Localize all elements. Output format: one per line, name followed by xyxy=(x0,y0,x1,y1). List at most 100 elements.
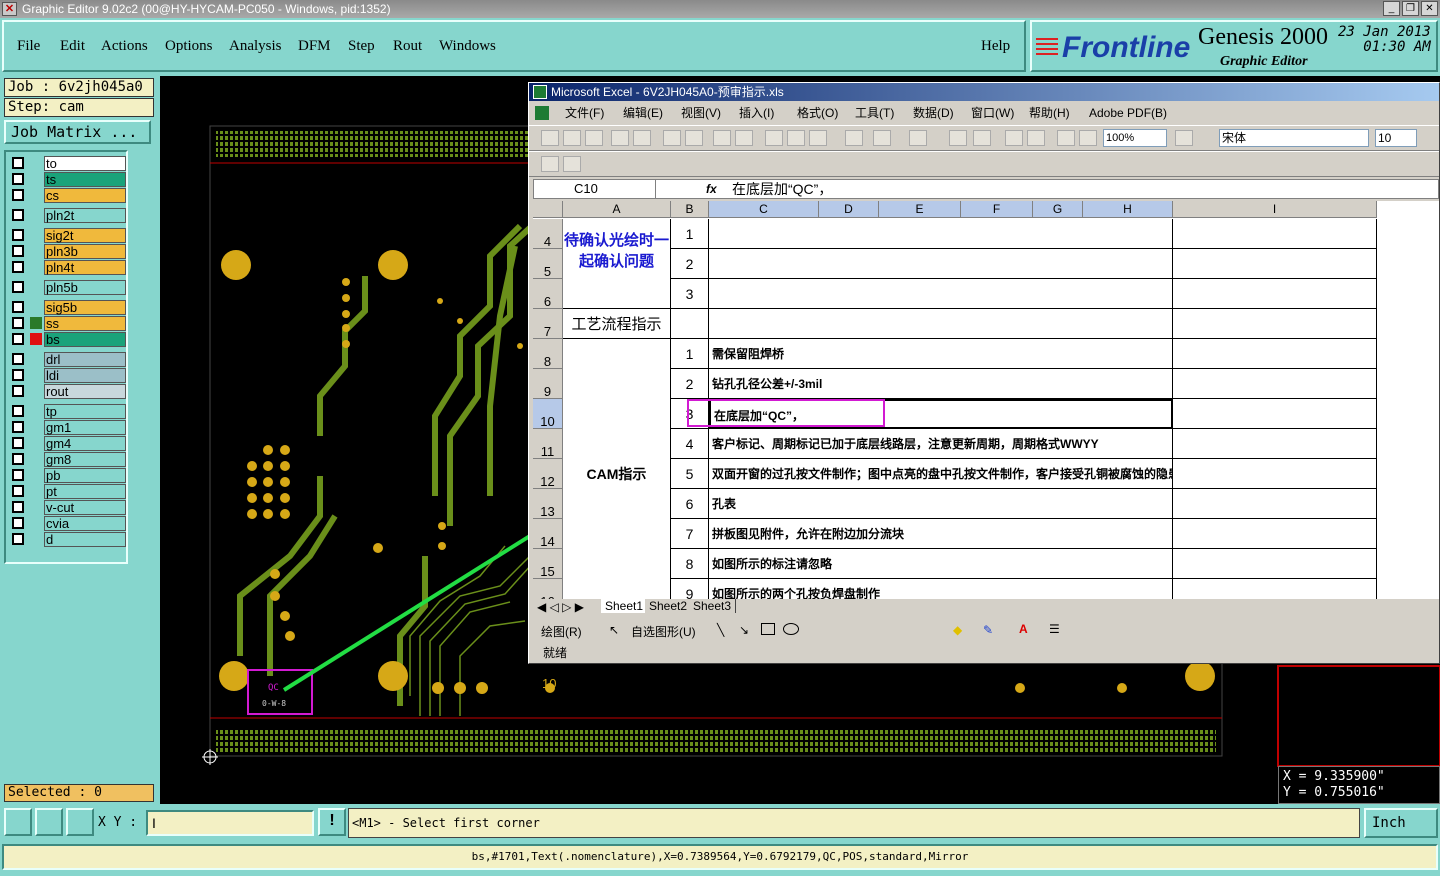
empty-cell[interactable] xyxy=(1173,519,1377,549)
layer-row-cs[interactable]: cs xyxy=(10,188,128,203)
layer-row-pb[interactable]: pb xyxy=(10,468,128,483)
row-header[interactable]: 4 xyxy=(533,219,563,249)
layer-name[interactable]: cs xyxy=(44,188,126,203)
layer-name[interactable]: pln3b xyxy=(44,244,126,259)
instruction-cell[interactable] xyxy=(709,249,1173,279)
number-cell[interactable]: 4 xyxy=(671,429,709,459)
layer-checkbox[interactable] xyxy=(12,437,24,449)
layer-row-pt[interactable]: pt xyxy=(10,484,128,499)
spreadsheet-grid[interactable]: A B C D E F G H I 4 1 5 2 6 3 7 8 1 需保留阻焊桥 9 2 钻孔孔径公差+/-3mil 1… xyxy=(533,201,1439,599)
row-header[interactable]: 14 xyxy=(533,519,563,549)
menu-options[interactable]: Options xyxy=(165,38,213,55)
layer-row-pln4t[interactable]: pln4t xyxy=(10,260,128,275)
layer-checkbox[interactable] xyxy=(12,469,24,481)
line-color-icon[interactable]: ✎ xyxy=(983,623,993,637)
cut-icon[interactable] xyxy=(765,130,783,146)
excel-window[interactable]: Microsoft Excel - 6V2JH045A0-预审指示.xls 文件… xyxy=(528,82,1440,664)
empty-cell[interactable] xyxy=(1173,459,1377,489)
select-all-corner[interactable] xyxy=(533,201,563,218)
empty-cell[interactable] xyxy=(1173,399,1377,429)
sheet-nav-icon[interactable]: ◀ ◁ ▷ ▶ xyxy=(537,600,584,614)
column-header-I[interactable]: I xyxy=(1173,201,1377,218)
format-painter-icon[interactable] xyxy=(845,130,863,146)
instruction-cell[interactable] xyxy=(709,219,1173,249)
empty-cell[interactable] xyxy=(1173,549,1377,579)
arrow-icon[interactable]: ↘ xyxy=(739,623,749,637)
sheet-tab[interactable]: Sheet1 xyxy=(601,599,649,613)
instruction-cell[interactable]: 客户标记、周期标记已加于底层线路层，注意更新周期，周期格式WWYY xyxy=(709,429,1173,459)
empty-cell[interactable] xyxy=(1173,579,1377,599)
number-cell[interactable]: 9 xyxy=(671,579,709,599)
layer-checkbox[interactable] xyxy=(12,261,24,273)
layer-name[interactable]: tp xyxy=(44,404,126,419)
layer-name[interactable]: rout xyxy=(44,384,126,399)
layer-row-gm1[interactable]: gm1 xyxy=(10,420,128,435)
layer-row-ts[interactable]: ts xyxy=(10,172,128,187)
menu-actions[interactable]: Actions xyxy=(101,38,148,55)
layer-name[interactable]: cvia xyxy=(44,516,126,531)
column-header-H[interactable]: H xyxy=(1083,201,1173,218)
layer-checkbox[interactable] xyxy=(12,385,24,397)
excel-menu-insert[interactable]: 插入(I) xyxy=(739,101,774,125)
layer-checkbox[interactable] xyxy=(12,369,24,381)
excel-menu-view[interactable]: 视图(V) xyxy=(681,101,721,125)
menu-help[interactable]: Help xyxy=(981,38,1010,55)
pdf-email-icon[interactable] xyxy=(563,156,581,172)
instruction-cell[interactable]: 如图所示的两个孔按负焊盘制作 xyxy=(709,579,1173,599)
layer-checkbox[interactable] xyxy=(12,453,24,465)
fill-color-icon[interactable]: ◆ xyxy=(953,623,962,637)
row-header[interactable]: 9 xyxy=(533,369,563,399)
layer-name[interactable]: ss xyxy=(44,316,126,331)
number-cell[interactable]: 5 xyxy=(671,459,709,489)
minimize-button[interactable]: _ xyxy=(1383,1,1400,16)
layer-checkbox[interactable] xyxy=(12,281,24,293)
close-button[interactable]: ✕ xyxy=(1421,1,1438,16)
excel-menu-window[interactable]: 窗口(W) xyxy=(971,101,1014,125)
layer-checkbox[interactable] xyxy=(12,173,24,185)
layer-row-sig5b[interactable]: sig5b xyxy=(10,300,128,315)
column-header-B[interactable]: B xyxy=(671,201,709,218)
draw-menu-button[interactable]: 绘图(R) xyxy=(541,623,582,640)
zoom-select[interactable]: 100% xyxy=(1103,129,1167,147)
process-instruction-cell[interactable]: 工艺流程指示 xyxy=(563,309,671,339)
print-icon[interactable] xyxy=(663,130,681,146)
column-header-G[interactable]: G xyxy=(1033,201,1083,218)
save-icon[interactable] xyxy=(585,130,603,146)
layer-checkbox[interactable] xyxy=(12,485,24,497)
spelling-icon[interactable] xyxy=(713,130,731,146)
info-button[interactable]: ! xyxy=(318,808,346,836)
excel-menu-file[interactable]: 文件(F) xyxy=(565,101,604,125)
copy-icon[interactable] xyxy=(787,130,805,146)
layer-name[interactable]: gm1 xyxy=(44,420,126,435)
layer-row-bs[interactable]: bs xyxy=(10,332,128,347)
layer-checkbox[interactable] xyxy=(12,317,24,329)
snap-grid-icon[interactable] xyxy=(66,808,94,836)
excel-menu-adobe-pdf[interactable]: Adobe PDF(B) xyxy=(1089,101,1167,125)
number-cell[interactable]: 3 xyxy=(671,279,709,309)
layer-name[interactable]: ts xyxy=(44,172,126,187)
layer-checkbox[interactable] xyxy=(12,517,24,529)
row-header[interactable]: 8 xyxy=(533,339,563,369)
instruction-cell[interactable]: 拼板图见附件，允许在附边加分流块 xyxy=(709,519,1173,549)
layer-checkbox[interactable] xyxy=(12,229,24,241)
number-cell[interactable]: 2 xyxy=(671,369,709,399)
layer-name[interactable]: pln5b xyxy=(44,280,126,295)
number-cell[interactable]: 8 xyxy=(671,549,709,579)
excel-menu-edit[interactable]: 编辑(E) xyxy=(623,101,663,125)
layer-checkbox[interactable] xyxy=(12,209,24,221)
excel-menu-help[interactable]: 帮助(H) xyxy=(1029,101,1070,125)
empty-cell[interactable] xyxy=(1173,339,1377,369)
layer-name[interactable]: d xyxy=(44,532,126,547)
layer-row-to[interactable]: to xyxy=(10,156,128,171)
layer-name[interactable]: sig5b xyxy=(44,300,126,315)
rectangle-icon[interactable] xyxy=(761,623,775,635)
layer-row-pln3b[interactable]: pln3b xyxy=(10,244,128,259)
layer-name[interactable]: drl xyxy=(44,352,126,367)
number-cell[interactable]: 6 xyxy=(671,489,709,519)
menu-windows[interactable]: Windows xyxy=(439,38,496,55)
empty-cell[interactable] xyxy=(1173,369,1377,399)
layer-checkbox[interactable] xyxy=(12,533,24,545)
font-size-select[interactable]: 10 xyxy=(1375,129,1417,147)
autosum-icon[interactable] xyxy=(973,130,991,146)
row-header[interactable]: 12 xyxy=(533,459,563,489)
